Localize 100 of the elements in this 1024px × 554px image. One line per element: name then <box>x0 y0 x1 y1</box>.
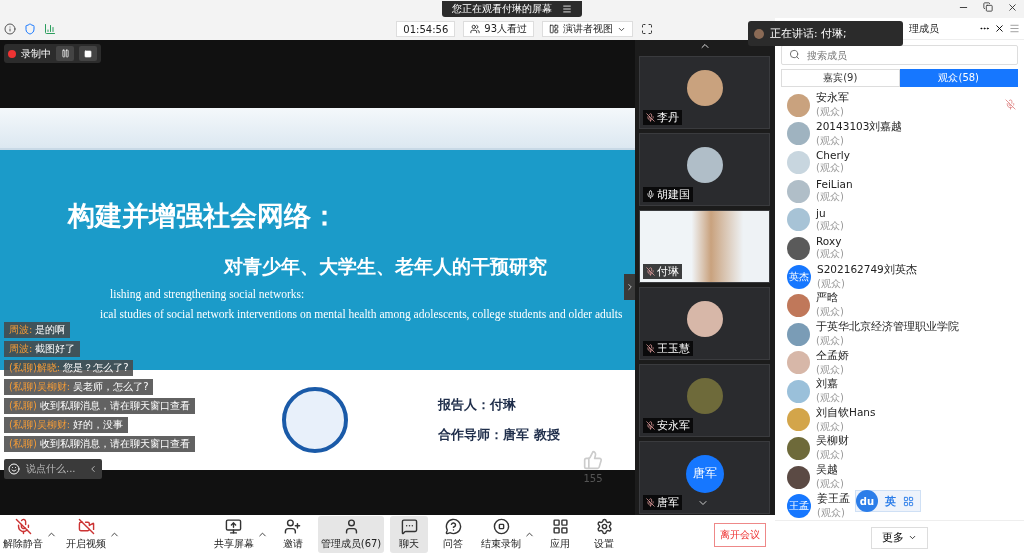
muted-microphone-icon <box>14 518 32 535</box>
member-item[interactable]: 仝孟娇 (观众) <box>787 348 853 377</box>
toolbar-button[interactable]: 开启视频 <box>63 516 109 553</box>
view-mode-button[interactable]: 演讲者视图 <box>542 21 633 37</box>
slide-english-text: ical studies of social network interventions on mental health among adolescents, college students and older adults <box>99 308 624 320</box>
chat-text: 吴老师，怎么了? <box>73 380 149 394</box>
member-item[interactable]: 严晗 (观众) <box>787 291 848 320</box>
advisor-text: 合作导师：唐军 教授 <box>438 426 560 444</box>
toolbar-button[interactable]: 管理成员(67) <box>317 516 385 553</box>
member-role: (观众) <box>817 505 845 520</box>
chat-sender: (私聊)吴柳财: <box>9 380 71 394</box>
banner-text: 您正在观看付琳的屏幕 <box>452 2 552 16</box>
menu-icon[interactable] <box>1009 23 1020 34</box>
apps-grid-icon <box>551 518 569 535</box>
member-role: (观众) <box>816 305 844 320</box>
video-tile[interactable]: 胡建国 <box>639 133 770 206</box>
member-item[interactable]: ju (观众) <box>787 205 848 234</box>
view-mode-text: 演讲者视图 <box>563 22 613 36</box>
member-role: (观众) <box>816 133 844 148</box>
stop-icon <box>492 518 510 535</box>
toolbar-button[interactable]: 共享屏幕 <box>210 516 257 553</box>
chat-input-field[interactable]: 说点什么... <box>4 459 102 479</box>
member-role: (观众) <box>816 362 844 377</box>
member-name: 20143103刘嘉越 <box>816 119 903 134</box>
initials-avatar: 唐军 <box>685 454 724 493</box>
initials-avatar: 英杰 <box>787 264 811 289</box>
users-icon <box>470 24 481 34</box>
member-role: (观众) <box>816 419 844 434</box>
avatar-photo-placeholder <box>787 236 810 260</box>
restore-icon[interactable] <box>983 2 993 12</box>
collapse-handle[interactable] <box>624 274 635 300</box>
panel-title: 理成员 <box>909 21 939 36</box>
recording-dot <box>8 49 16 58</box>
info-icon[interactable] <box>4 23 16 35</box>
member-role: (观众) <box>816 105 844 120</box>
avatar-photo-placeholder <box>787 122 810 146</box>
toolbar-button[interactable]: 应用 <box>541 516 580 553</box>
participant-name: 付琳 <box>657 264 679 279</box>
close-icon[interactable] <box>994 23 1005 34</box>
member-item[interactable]: 刘嘉 (观众) <box>787 376 848 406</box>
chat-text: 好的，没事 <box>73 418 124 432</box>
speaking-text: 正在讲话: 付琳; <box>770 26 847 41</box>
member-item[interactable]: Roxy (观众) <box>787 233 848 263</box>
member-name: 姜王孟 <box>817 491 850 506</box>
chat-sender: (私聊) <box>9 437 37 451</box>
participant-name: 安永军 <box>657 418 690 433</box>
member-item[interactable]: 吴柳财 (观众) <box>787 434 853 463</box>
pause-icon <box>60 49 70 58</box>
member-item[interactable]: Cherly (观众) <box>787 148 854 177</box>
avatar-photo-placeholder <box>754 28 764 39</box>
viewers-button[interactable]: 93人看过 <box>463 21 534 37</box>
pause-button[interactable] <box>56 46 74 61</box>
shield-icon[interactable] <box>24 23 36 35</box>
member-item[interactable]: 刘自钦Hans (观众) <box>787 405 880 435</box>
caret-icon <box>908 533 917 542</box>
viewers-text: 93人看过 <box>484 22 527 36</box>
leave-meeting-button[interactable]: 离开会议 <box>714 522 766 547</box>
member-role: (观众) <box>816 334 844 349</box>
input-mode-text[interactable]: 英 <box>885 493 896 509</box>
video-tile[interactable]: 王玉慧 <box>639 287 770 360</box>
toolbar-button[interactable]: 解除静音 <box>0 516 46 553</box>
tab[interactable]: 嘉宾(9) <box>781 69 900 87</box>
fullscreen-icon[interactable] <box>641 23 653 35</box>
member-name: 吴柳财 <box>816 434 849 449</box>
member-item[interactable]: 吴越 (观众) <box>787 462 848 492</box>
share-screen-icon <box>225 518 243 535</box>
avatar-photo-placeholder <box>787 408 810 432</box>
video-tile[interactable]: 李丹 <box>639 56 770 129</box>
avatar-photo-placeholder <box>787 179 810 203</box>
collapse-icon[interactable] <box>88 464 98 474</box>
toolbar-button[interactable]: 问答 <box>434 516 473 553</box>
member-item[interactable]: 于英华北京经济管理职业学院 (观众) <box>787 319 963 349</box>
stop-button[interactable] <box>79 46 97 61</box>
video-tile[interactable]: 唐军 唐军 <box>639 441 770 514</box>
toolbar-button[interactable]: 结束录制 <box>478 516 525 553</box>
menu-icon[interactable] <box>562 4 572 14</box>
toolbar-button[interactable]: 聊天 <box>390 516 429 553</box>
settings-icon <box>595 518 613 535</box>
member-item[interactable]: 20143103刘嘉越 (观众) <box>787 119 907 149</box>
video-tile[interactable]: 付琳 <box>639 210 770 283</box>
chat-sender: (私聊)吴柳财: <box>9 418 71 432</box>
apps-grid-icon[interactable] <box>903 495 914 507</box>
thumbs-up-icon[interactable] <box>583 450 603 470</box>
member-item[interactable]: 安永军 (观众) <box>787 91 853 120</box>
slide-english-text: lishing and strengthening social networks: <box>109 288 306 300</box>
more-button[interactable]: 更多 <box>871 526 928 549</box>
toolbar-button[interactable]: 设置 <box>585 516 624 553</box>
add-user-icon <box>284 518 302 535</box>
toolbar-button[interactable]: 邀请 <box>273 516 312 553</box>
close-icon[interactable] <box>1007 2 1018 13</box>
member-item[interactable]: FeiLian (观众) <box>787 176 857 206</box>
search-field[interactable]: 搜索成员 <box>781 45 1018 65</box>
stop-icon <box>84 49 92 58</box>
member-name: 于英华北京经济管理职业学院 <box>816 320 959 335</box>
video-tile[interactable]: 安永军 <box>639 364 770 437</box>
tab[interactable]: 观众(58) <box>899 69 1018 87</box>
member-role: (观众) <box>816 448 844 463</box>
smiley-icon[interactable] <box>8 463 20 475</box>
member-name: Cherly <box>816 149 850 162</box>
member-name: 刘嘉 <box>816 377 838 392</box>
